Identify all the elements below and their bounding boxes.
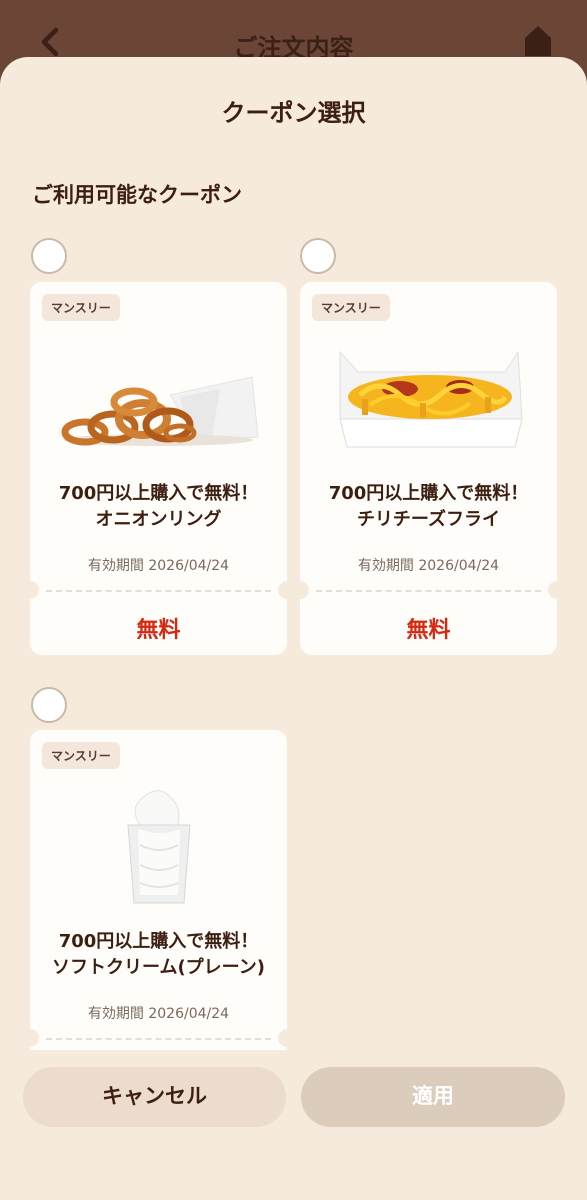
dashed-divider <box>316 590 541 592</box>
ticket-notch <box>30 1029 39 1047</box>
coupon-name: 700円以上購入で無料！ ソフトクリーム(プレーン) <box>51 931 265 978</box>
action-footer: キャンセル 適用 <box>0 1050 587 1200</box>
section-title: ご利用可能なクーポン <box>32 183 242 207</box>
sheet-title: クーポン選択 <box>221 99 366 127</box>
coupon-radio-chili-cheese-fries[interactable] <box>300 238 336 274</box>
ticket-notch <box>548 581 557 599</box>
ticket-notch <box>300 581 309 599</box>
monthly-badge: マンスリー <box>42 294 120 321</box>
coupon-expiry: 有効期間 2026/04/24 <box>87 1006 230 1022</box>
home-icon[interactable] <box>523 24 553 58</box>
apply-button[interactable]: 適用 <box>301 1067 565 1127</box>
monthly-badge: マンスリー <box>42 742 120 769</box>
cancel-button[interactable]: キャンセル <box>23 1067 286 1127</box>
ticket-notch <box>30 581 39 599</box>
coupon-name: 700円以上購入で無料！ チリチーズフライ <box>328 483 529 530</box>
coupon-price: 無料 <box>136 618 181 643</box>
coupon-select-sheet: クーポン選択 ご利用可能なクーポン マンスリー 700円以上購入で無料！ オニオ… <box>0 57 587 1200</box>
coupon-expiry: 有効期間 2026/04/24 <box>357 558 500 574</box>
coupon-card-soft-serve[interactable]: マンスリー 700円以上購入で無料！ ソフトクリーム(プレーン) 有効期間 20… <box>30 730 287 1103</box>
ticket-notch <box>278 581 287 599</box>
coupon-name: 700円以上購入で無料！ オニオンリング <box>58 483 259 530</box>
ticket-notch <box>278 1029 287 1047</box>
coupon-card-chili-cheese-fries[interactable]: マンスリー 700円以上購入で無料！ チリチーズフライ 有効期間 2026/04… <box>300 282 557 655</box>
monthly-badge: マンスリー <box>312 294 390 321</box>
coupon-radio-soft-serve[interactable] <box>31 687 67 723</box>
coupon-expiry: 有効期間 2026/04/24 <box>87 558 230 574</box>
onion-rings-image <box>61 376 259 446</box>
coupon-card-onion-rings[interactable]: マンスリー 700円以上購入で無料！ オニオンリング 有効期間 2026/04/… <box>30 282 287 655</box>
dashed-divider <box>46 1038 271 1040</box>
coupon-radio-onion-rings[interactable] <box>31 238 67 274</box>
soft-serve-image <box>127 790 191 904</box>
dashed-divider <box>46 590 271 592</box>
coupon-price: 無料 <box>406 618 451 643</box>
chili-cheese-fries-image <box>339 350 523 448</box>
